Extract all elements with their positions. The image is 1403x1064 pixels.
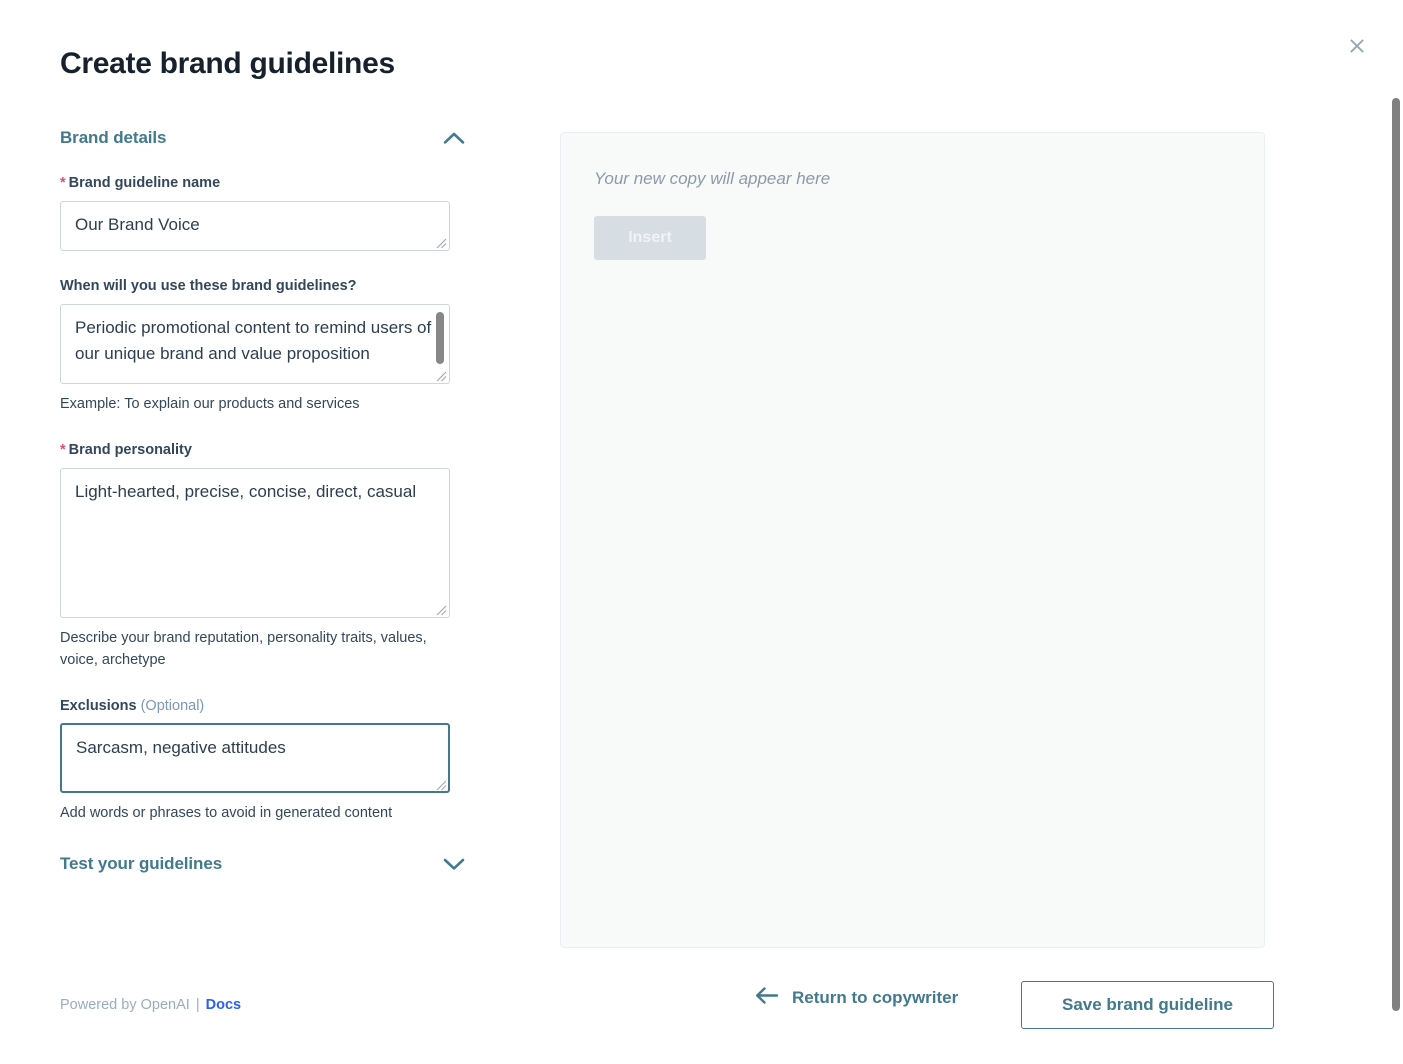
brand-personality-input[interactable]: Light-hearted, precise, concise, direct,… [60,467,450,618]
field-exclusions: Exclusions (Optional) Sarcasm, negative … [60,697,480,825]
page-scrollbar[interactable] [1389,0,1403,1064]
accordion-test-guidelines-label: Test your guidelines [60,854,223,874]
accordion-brand-details-label: Brand details [60,128,167,147]
brand-personality-wrap: Light-hearted, precise, concise, direct,… [60,467,450,618]
exclusions-wrap: Sarcasm, negative attitudes [60,723,450,794]
label-guideline-name: * Brand guideline name [60,174,480,193]
close-icon[interactable] [1343,32,1371,60]
copy-preview-placeholder: Your new copy will appear here [594,169,831,188]
required-marker: * [60,175,66,191]
chevron-down-icon [443,857,465,871]
label-brand-personality-text: Brand personality [68,441,192,458]
page-title: Create brand guidelines [60,47,395,80]
accordion-brand-details[interactable]: Brand details [60,128,465,148]
copy-preview-panel: Your new copy will appear here Insert [560,132,1265,948]
exclusions-input[interactable]: Sarcasm, negative attitudes [60,723,450,794]
when-use-input[interactable]: Periodic promotional content to remind u… [60,303,450,384]
field-guideline-name: * Brand guideline name Our Brand Voice [60,174,480,251]
label-exclusions: Exclusions (Optional) [60,697,480,716]
return-to-copywriter-button[interactable]: Return to copywriter [755,987,958,1009]
powered-by-text: Powered by OpenAI [60,997,190,1013]
field-when-use: When will you use these brand guidelines… [60,277,480,415]
label-brand-personality: * Brand personality [60,441,480,460]
field-brand-personality: * Brand personality Light-hearted, precis… [60,441,480,671]
label-guideline-name-text: Brand guideline name [68,175,221,191]
brand-details-form: Brand details * Brand guideline name Our … [60,128,480,874]
docs-link[interactable]: Docs [206,997,241,1013]
powered-by-separator: | [195,997,200,1013]
save-brand-guideline-button[interactable]: Save brand guideline [1021,981,1274,1029]
powered-by: Powered by OpenAI | Docs [60,997,241,1013]
create-brand-guidelines-modal: Create brand guidelines Brand details * B… [0,0,1403,1064]
page-scrollbar-thumb[interactable] [1392,98,1400,1011]
label-exclusions-text: Exclusions [60,697,137,714]
arrow-left-icon [755,987,779,1009]
label-exclusions-optional: (Optional) [140,697,205,714]
help-when-use: Example: To explain our products and ser… [60,395,360,412]
chevron-up-icon [443,131,465,145]
help-brand-personality: Describe your brand reputation, personal… [60,629,427,668]
help-exclusions: Add words or phrases to avoid in generat… [60,805,393,822]
label-when-use: When will you use these brand guidelines… [60,277,357,294]
accordion-test-guidelines[interactable]: Test your guidelines [60,854,465,874]
close-icon-glyph [1350,39,1364,53]
guideline-name-wrap: Our Brand Voice [60,200,450,251]
guideline-name-input[interactable]: Our Brand Voice [60,200,450,251]
insert-button[interactable]: Insert [594,216,706,260]
return-to-copywriter-label: Return to copywriter [792,988,959,1007]
when-use-wrap: Periodic promotional content to remind u… [60,303,450,384]
required-marker: * [60,441,66,458]
